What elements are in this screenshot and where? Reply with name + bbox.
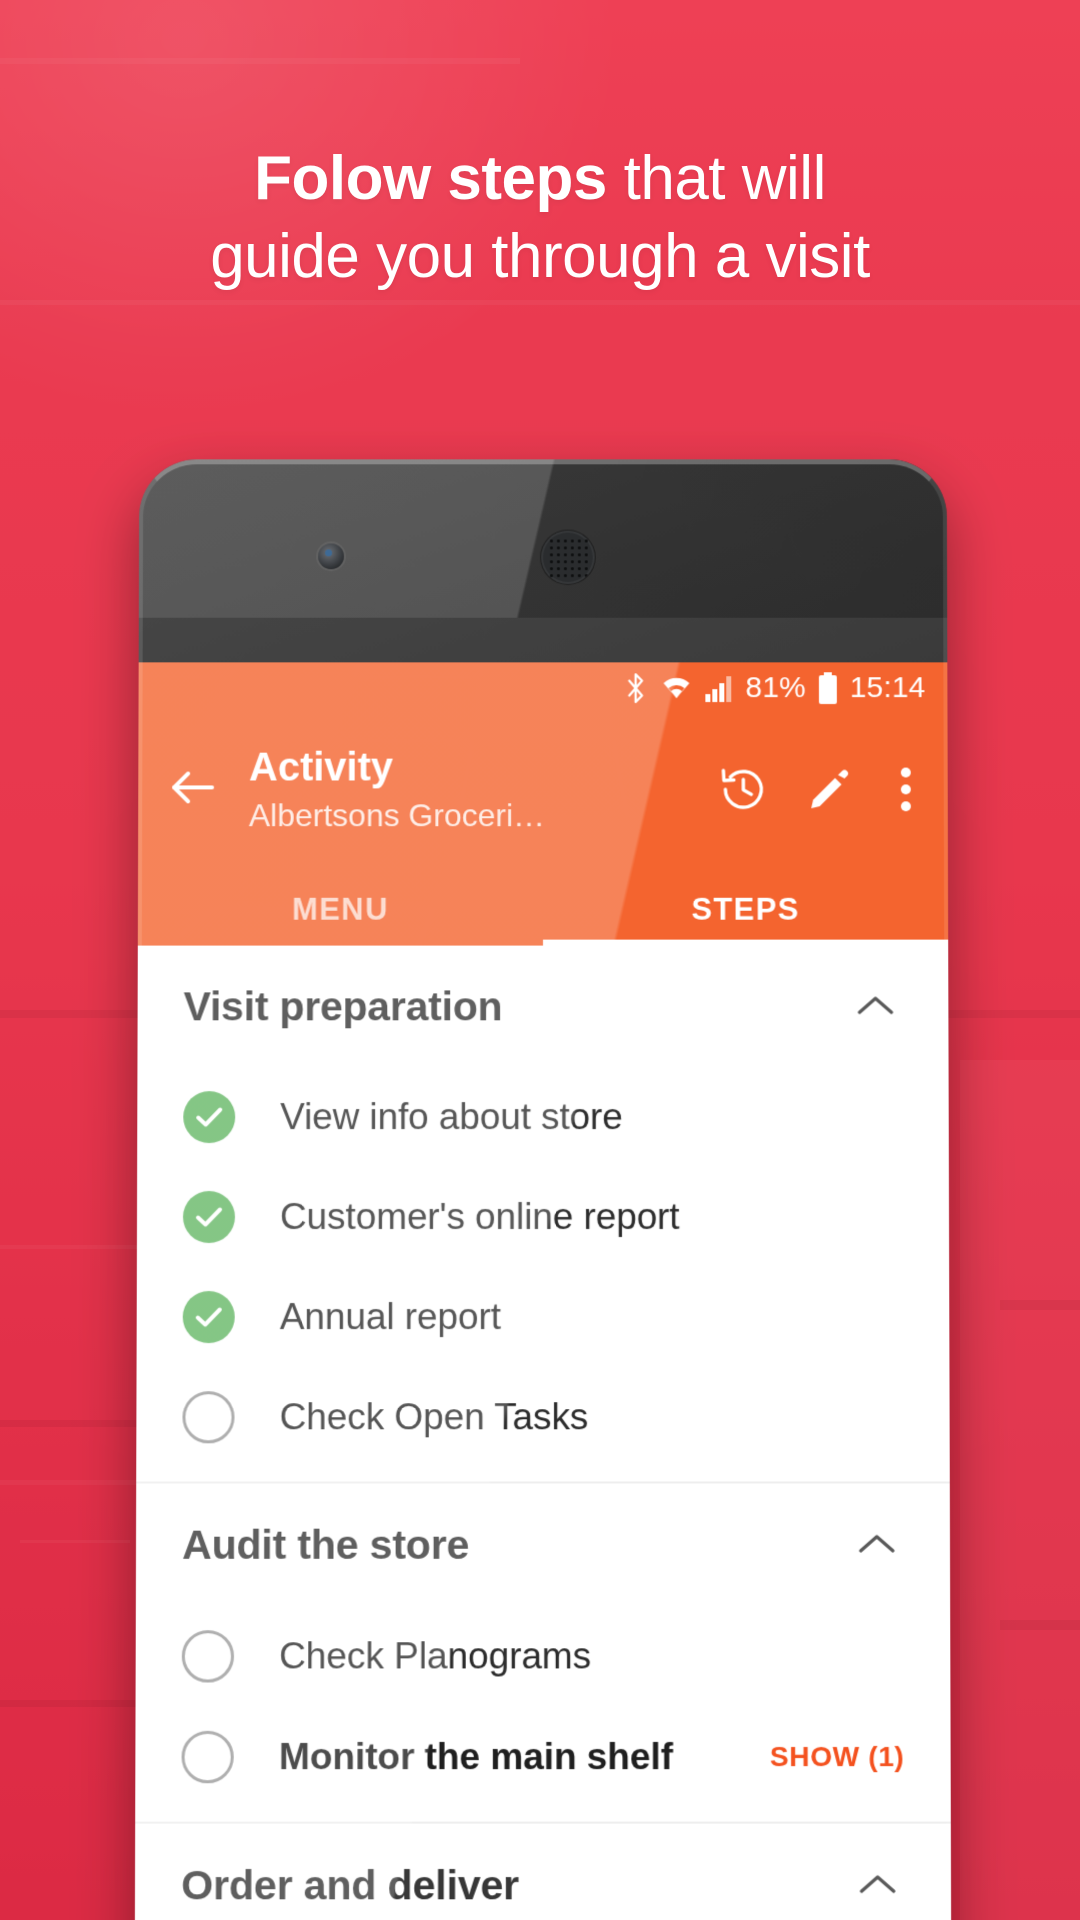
step-row[interactable]: Check Open Tasks [136,1367,950,1467]
wifi-icon [660,673,694,703]
headline-rest: that will [606,144,827,213]
section-header-order-and-deliver[interactable]: Order and deliver [135,1824,951,1920]
tab-bar: MENU STEPS [137,873,949,946]
background-texture [0,1245,140,1249]
step-label: Monitor the main shelf [278,1735,674,1778]
background-texture [0,1480,150,1485]
earpiece-speaker-icon [541,530,595,585]
bezel-reflection [138,459,948,618]
show-attachments-button[interactable]: SHOW (1) [750,1741,905,1773]
step-label: Check Open Tasks [279,1396,589,1438]
phone-screen: 81% 15:14 Activity Albertsons Groceri… M… [134,662,952,1920]
background-texture [0,1420,150,1427]
history-button[interactable] [704,760,782,824]
app-bar: Activity Albertsons Groceri… [138,713,948,874]
status-bar: 81% 15:14 [138,662,948,714]
battery-percent-label: 81% [745,671,806,705]
step-status-todo-icon[interactable] [181,1630,235,1683]
title-block: Activity Albertsons Groceri… [249,746,578,835]
phone-mockup: 81% 15:14 Activity Albertsons Groceri… M… [134,459,952,1920]
battery-icon [817,672,839,705]
step-label: View info about store [280,1096,623,1138]
step-status-done-icon[interactable] [183,1091,236,1144]
step-status-todo-icon[interactable] [181,1730,234,1784]
step-row[interactable]: View info about store [137,1067,949,1167]
background-texture [0,58,520,64]
step-row[interactable]: Customer's online report [137,1167,949,1267]
section-header-audit-the-store[interactable]: Audit the store [136,1483,950,1606]
bluetooth-icon [623,672,649,704]
background-texture [960,1060,1080,1920]
headline-line-two: guide you through a visit [210,222,870,292]
background-texture [1000,1620,1080,1630]
tab-indicator [543,939,949,946]
front-camera-icon [318,543,344,570]
chevron-up-icon[interactable] [850,1858,904,1913]
steps-list[interactable]: Visit preparation View info about store [134,945,952,1920]
tab-steps[interactable]: STEPS [543,874,948,946]
edit-pencil-icon [806,766,852,817]
step-label: Annual report [279,1296,501,1338]
cellular-signal-icon [705,674,735,703]
background-texture [20,1540,130,1543]
overflow-menu-icon [899,765,913,818]
step-status-done-icon[interactable] [182,1191,236,1244]
history-icon [718,764,768,819]
back-button[interactable] [164,762,220,818]
section-header-visit-preparation[interactable]: Visit preparation [137,946,948,1068]
background-texture [0,1700,150,1707]
step-row[interactable]: Monitor the main shelf SHOW (1) [135,1707,951,1808]
clock-label: 15:14 [849,671,926,705]
background-texture [0,300,1080,305]
step-label: Customer's online report [279,1196,680,1237]
edit-button[interactable] [790,760,868,824]
page-title: Folow steps that will guide you through … [0,140,1080,296]
promo-screenshot: Folow steps that will guide you through … [0,0,1080,1920]
background-texture [1000,1300,1080,1310]
headline-emphasis: Folow steps [254,144,607,213]
tab-menu[interactable]: MENU [138,874,543,946]
chevron-up-icon[interactable] [848,979,902,1033]
back-arrow-icon [168,767,216,812]
step-label: Check Planograms [279,1635,592,1677]
chevron-up-icon[interactable] [850,1518,904,1572]
app-title: Activity [248,745,394,790]
overflow-menu-button[interactable] [876,760,936,824]
step-row[interactable]: Check Planograms [136,1606,951,1707]
app-bar-actions [704,760,935,824]
step-status-done-icon[interactable] [182,1291,235,1344]
section-title: Visit preparation [183,982,503,1029]
section-title: Audit the store [182,1521,470,1568]
app-subtitle: Albertsons Groceri… [248,797,545,833]
step-status-todo-icon[interactable] [182,1391,235,1444]
step-row[interactable]: Annual report [137,1267,950,1367]
section-title: Order and deliver [181,1861,520,1908]
